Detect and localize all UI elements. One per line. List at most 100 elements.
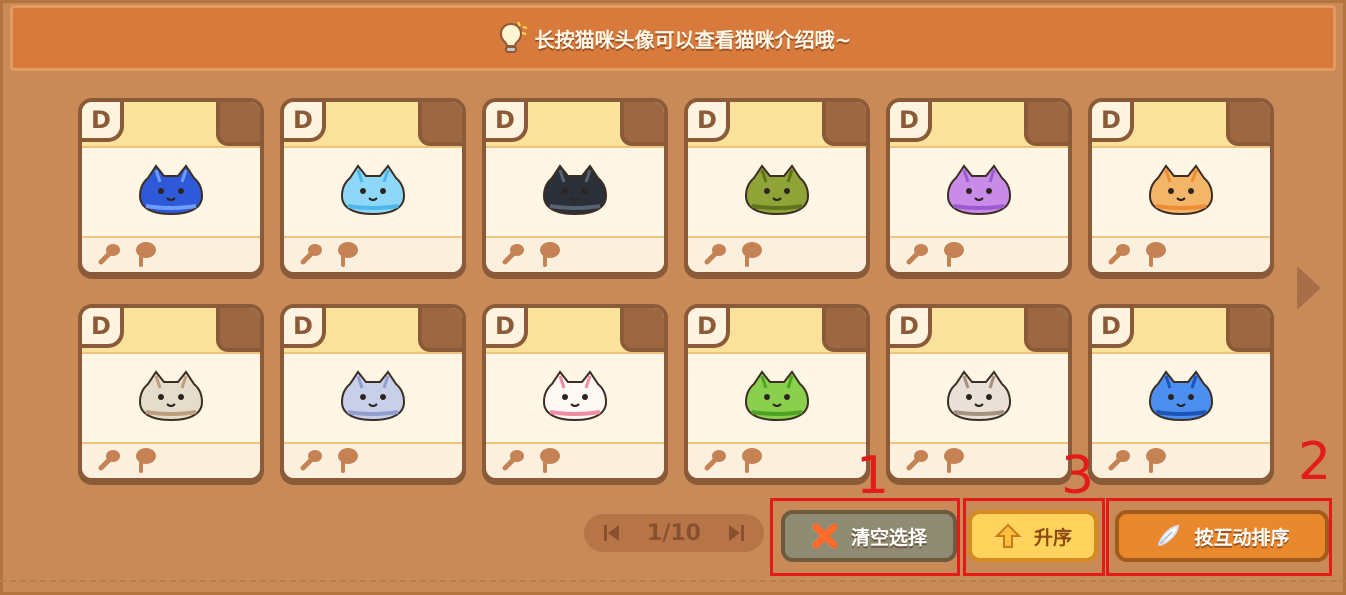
drumstick-icon [704, 244, 726, 265]
food-icons [298, 240, 362, 268]
rank-badge: D [688, 102, 730, 142]
selection-corner[interactable] [418, 102, 462, 146]
annotation-number-1: 1 [856, 446, 890, 506]
meat-icon [1146, 448, 1166, 473]
cat-avatar-icon[interactable] [340, 158, 406, 216]
cat-card[interactable]: D [1088, 98, 1274, 276]
meat-icon [944, 448, 964, 473]
next-page-arrow-icon[interactable] [1293, 262, 1327, 314]
cat-avatar-icon[interactable] [946, 158, 1012, 216]
rank-badge: D [486, 308, 528, 348]
selection-corner[interactable] [1024, 102, 1068, 146]
meat-icon [338, 242, 358, 267]
selection-corner[interactable] [620, 308, 664, 352]
selection-corner[interactable] [1024, 308, 1068, 352]
selection-corner[interactable] [216, 308, 260, 352]
rank-badge: D [284, 308, 326, 348]
cat-card[interactable]: D [280, 304, 466, 482]
cat-card[interactable]: D [482, 98, 668, 276]
drumstick-icon [98, 450, 120, 471]
first-page-icon[interactable] [604, 523, 620, 543]
food-icons [500, 446, 564, 474]
highlight-box-interaction [1106, 498, 1332, 576]
cat-card[interactable]: D [684, 98, 870, 276]
cat-card[interactable]: D [684, 304, 870, 482]
page-indicator: 1/10 [584, 514, 764, 552]
food-icons [96, 446, 160, 474]
meat-icon [742, 448, 762, 473]
cat-avatar-icon[interactable] [946, 364, 1012, 422]
cat-avatar-icon[interactable] [1148, 158, 1214, 216]
meat-icon [540, 448, 560, 473]
drumstick-icon [502, 450, 524, 471]
food-icons [96, 240, 160, 268]
cat-card[interactable]: D [1088, 304, 1274, 482]
selection-corner[interactable] [1226, 102, 1270, 146]
drumstick-icon [300, 244, 322, 265]
bottom-divider [0, 580, 1346, 584]
drumstick-icon [704, 450, 726, 471]
drumstick-icon [906, 244, 928, 265]
cat-card[interactable]: D [482, 304, 668, 482]
highlight-box-sort [963, 498, 1105, 576]
selection-corner[interactable] [822, 102, 866, 146]
cat-avatar-icon[interactable] [542, 158, 608, 216]
selection-corner[interactable] [620, 102, 664, 146]
selection-corner[interactable] [1226, 308, 1270, 352]
food-icons [1106, 240, 1170, 268]
cat-card[interactable]: D [78, 98, 264, 276]
rank-badge: D [486, 102, 528, 142]
last-page-icon[interactable] [728, 523, 744, 543]
food-icons [702, 446, 766, 474]
tip-text: 长按猫咪头像可以查看猫咪介绍哦~ [534, 27, 852, 52]
selection-corner[interactable] [418, 308, 462, 352]
drumstick-icon [906, 450, 928, 471]
cat-avatar-icon[interactable] [340, 364, 406, 422]
drumstick-icon [502, 244, 524, 265]
annotation-number-3: 3 [1061, 446, 1095, 506]
rank-badge: D [82, 102, 124, 142]
food-icons [702, 240, 766, 268]
drumstick-icon [1108, 450, 1130, 471]
lightbulb-icon [499, 21, 527, 53]
meat-icon [136, 448, 156, 473]
food-icons [904, 240, 968, 268]
cat-avatar-icon[interactable] [1148, 364, 1214, 422]
drumstick-icon [1108, 244, 1130, 265]
tip-banner-content: 长按猫咪头像可以查看猫咪介绍哦~ [13, 8, 1333, 68]
rank-badge: D [890, 308, 932, 348]
cat-avatar-icon[interactable] [138, 364, 204, 422]
meat-icon [742, 242, 762, 267]
food-icons [500, 240, 564, 268]
cat-avatar-icon[interactable] [744, 364, 810, 422]
meat-icon [1146, 242, 1166, 267]
cat-card[interactable]: D [78, 304, 264, 482]
rank-badge: D [284, 102, 326, 142]
rank-badge: D [1092, 102, 1134, 142]
highlight-box-clear [770, 498, 960, 576]
tip-banner: 长按猫咪头像可以查看猫咪介绍哦~ [10, 5, 1336, 71]
annotation-number-2: 2 [1298, 432, 1332, 492]
cat-card[interactable]: D [280, 98, 466, 276]
cat-card[interactable]: D [886, 304, 1072, 482]
drumstick-icon [300, 450, 322, 471]
selection-corner[interactable] [822, 308, 866, 352]
food-icons [904, 446, 968, 474]
cat-grid: D D D D D D D D D D D D [78, 98, 1274, 482]
meat-icon [944, 242, 964, 267]
cat-card[interactable]: D [886, 98, 1072, 276]
selection-corner[interactable] [216, 102, 260, 146]
meat-icon [338, 448, 358, 473]
cat-avatar-icon[interactable] [138, 158, 204, 216]
cat-avatar-icon[interactable] [542, 364, 608, 422]
rank-badge: D [688, 308, 730, 348]
food-icons [1106, 446, 1170, 474]
food-icons [298, 446, 362, 474]
rank-badge: D [890, 102, 932, 142]
page-number: 1/10 [647, 520, 701, 546]
cat-avatar-icon[interactable] [744, 158, 810, 216]
meat-icon [136, 242, 156, 267]
rank-badge: D [1092, 308, 1134, 348]
drumstick-icon [98, 244, 120, 265]
meat-icon [540, 242, 560, 267]
